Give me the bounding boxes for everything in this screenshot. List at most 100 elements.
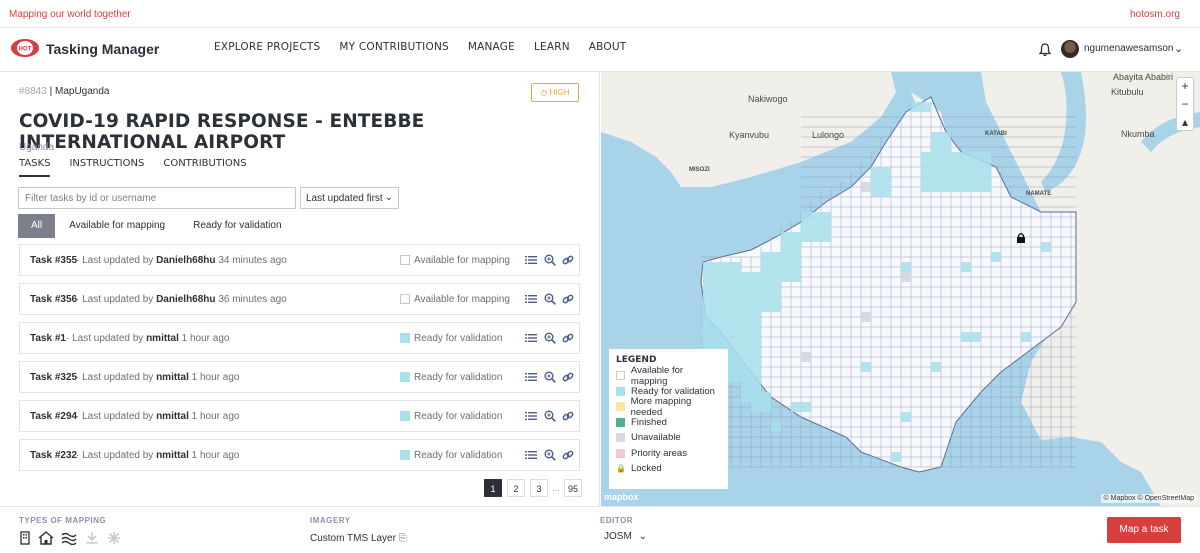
- task-row[interactable]: Task #356 · Last updated by Danielh68hu …: [19, 283, 580, 315]
- task-name[interactable]: Task #356: [30, 294, 77, 305]
- list-icon[interactable]: [525, 293, 537, 305]
- map-task-button[interactable]: Map a task: [1107, 517, 1181, 543]
- nav-about[interactable]: ABOUT: [589, 41, 627, 53]
- compass-icon[interactable]: ▴: [1177, 114, 1193, 132]
- nav-learn[interactable]: LEARN: [534, 41, 570, 53]
- zoom-in-button[interactable]: +: [1177, 78, 1193, 96]
- page-button[interactable]: 1: [484, 479, 502, 497]
- editor-label: EDITOR: [600, 516, 634, 525]
- lock-icon: 🔒: [616, 464, 626, 474]
- legend-item: More mapping needed: [616, 396, 721, 418]
- task-name[interactable]: Task #355: [30, 255, 77, 266]
- status-swatch: [400, 255, 410, 265]
- zoom-icon[interactable]: [544, 449, 556, 461]
- task-row[interactable]: Task #1 · Last updated by nmittal 1 hour…: [19, 322, 580, 354]
- list-icon[interactable]: [525, 410, 537, 422]
- tab-tasks[interactable]: TASKS: [19, 158, 51, 177]
- chevron-down-icon[interactable]: ⌄: [1174, 42, 1183, 55]
- avatar[interactable]: [1061, 40, 1079, 58]
- building-icon: [20, 531, 30, 545]
- task-name[interactable]: Task #232: [30, 450, 77, 461]
- legend-item: Priority areas: [616, 446, 721, 462]
- status-swatch: [400, 411, 410, 421]
- sort-select[interactable]: Last updated first ⌄: [300, 187, 399, 209]
- zoom-icon[interactable]: [544, 410, 556, 422]
- zoom-icon[interactable]: [544, 371, 556, 383]
- link-icon[interactable]: [562, 449, 574, 461]
- bell-icon[interactable]: [1039, 43, 1051, 57]
- username[interactable]: ngumenawesamson: [1084, 43, 1174, 54]
- link-icon[interactable]: [562, 371, 574, 383]
- map-legend: LEGEND Available for mapping Ready for v…: [609, 349, 728, 489]
- project-tabs: TASKS INSTRUCTIONS CONTRIBUTIONS: [19, 158, 266, 177]
- link-icon[interactable]: [562, 254, 574, 266]
- task-filter-input[interactable]: Filter tasks by id or username: [18, 187, 296, 209]
- list-icon[interactable]: [525, 449, 537, 461]
- legend-swatch: [616, 371, 625, 381]
- list-icon[interactable]: [525, 254, 537, 266]
- main-nav: EXPLORE PROJECTS MY CONTRIBUTIONS MANAGE…: [214, 41, 645, 53]
- map-place-label: Lulongo: [812, 130, 845, 140]
- nav-manage[interactable]: MANAGE: [468, 41, 515, 53]
- task-user: nmittal: [156, 411, 189, 422]
- task-last-updated: · Last updated by nmittal 1 hour ago: [76, 450, 240, 461]
- map-place-label: Nakiwogo: [748, 94, 788, 104]
- task-last-updated: · Last updated by nmittal 1 hour ago: [76, 411, 240, 422]
- map-place-label: KATABI: [985, 131, 1007, 137]
- tagline: Mapping our world together: [9, 9, 131, 20]
- brand-name[interactable]: Tasking Manager: [46, 41, 159, 57]
- nav-explore-projects[interactable]: EXPLORE PROJECTS: [214, 41, 320, 53]
- clock-icon: ◷: [540, 88, 548, 97]
- task-user: nmittal: [146, 333, 179, 344]
- zoom-icon[interactable]: [544, 254, 556, 266]
- task-status: Available for mapping: [414, 255, 510, 266]
- task-last-updated: · Last updated by nmittal 1 hour ago: [66, 333, 230, 344]
- task-row[interactable]: Task #232 · Last updated by nmittal 1 ho…: [19, 439, 580, 471]
- zoom-icon[interactable]: [544, 293, 556, 305]
- filter-available[interactable]: Available for mapping: [55, 214, 179, 238]
- tab-instructions[interactable]: INSTRUCTIONS: [69, 158, 144, 177]
- task-user: nmittal: [156, 450, 189, 461]
- other-icon: [108, 532, 120, 544]
- project-country: Uganda: [19, 142, 55, 153]
- map-attribution[interactable]: © Mapbox © OpenStreetMap: [1100, 494, 1197, 503]
- list-icon[interactable]: [525, 332, 537, 344]
- filter-all[interactable]: All: [18, 214, 56, 238]
- hotosm-link[interactable]: hotosm.org: [1130, 9, 1180, 20]
- zoom-icon[interactable]: [544, 332, 556, 344]
- organisation-name[interactable]: MapUganda: [55, 86, 109, 97]
- hot-logo-icon[interactable]: HOT: [10, 38, 40, 58]
- nav-my-contributions[interactable]: MY CONTRIBUTIONS: [339, 41, 448, 53]
- mapbox-logo[interactable]: mapbox: [604, 492, 639, 502]
- list-icon[interactable]: [525, 371, 537, 383]
- mapping-types: [19, 531, 128, 545]
- link-icon[interactable]: [562, 293, 574, 305]
- task-name[interactable]: Task #294: [30, 411, 77, 422]
- task-status: Ready for validation: [414, 333, 503, 344]
- status-swatch: [400, 450, 410, 460]
- task-row[interactable]: Task #294 · Last updated by nmittal 1 ho…: [19, 400, 580, 432]
- chevron-down-icon: ⌄: [384, 192, 393, 203]
- task-user: nmittal: [156, 372, 189, 383]
- task-row[interactable]: Task #355 · Last updated by Danielh68hu …: [19, 244, 580, 276]
- svg-text:HOT: HOT: [19, 47, 32, 53]
- task-row[interactable]: Task #325 · Last updated by nmittal 1 ho…: [19, 361, 580, 393]
- filter-ready[interactable]: Ready for validation: [179, 214, 295, 238]
- project-map[interactable]: Abayita Ababiri Kitubulu Nakiwogo Kyanvu…: [601, 72, 1200, 506]
- task-name[interactable]: Task #325: [30, 372, 77, 383]
- link-icon[interactable]: [562, 332, 574, 344]
- copy-icon[interactable]: ⎘: [399, 533, 407, 544]
- link-icon[interactable]: [562, 410, 574, 422]
- zoom-out-button[interactable]: −: [1177, 96, 1193, 114]
- task-last-updated: · Last updated by Danielh68hu 34 minutes…: [76, 255, 287, 266]
- types-label: TYPES OF MAPPING: [19, 516, 107, 525]
- task-name[interactable]: Task #1: [30, 333, 66, 344]
- page-button[interactable]: 3: [530, 479, 548, 497]
- project-number[interactable]: #8843: [19, 86, 47, 97]
- page-button-last[interactable]: 95: [564, 479, 582, 497]
- tab-contributions[interactable]: CONTRIBUTIONS: [163, 158, 246, 177]
- page-button[interactable]: 2: [507, 479, 525, 497]
- task-user: Danielh68hu: [156, 294, 216, 305]
- task-status: Ready for validation: [414, 372, 503, 383]
- editor-select[interactable]: JOSM ⌄: [604, 531, 647, 542]
